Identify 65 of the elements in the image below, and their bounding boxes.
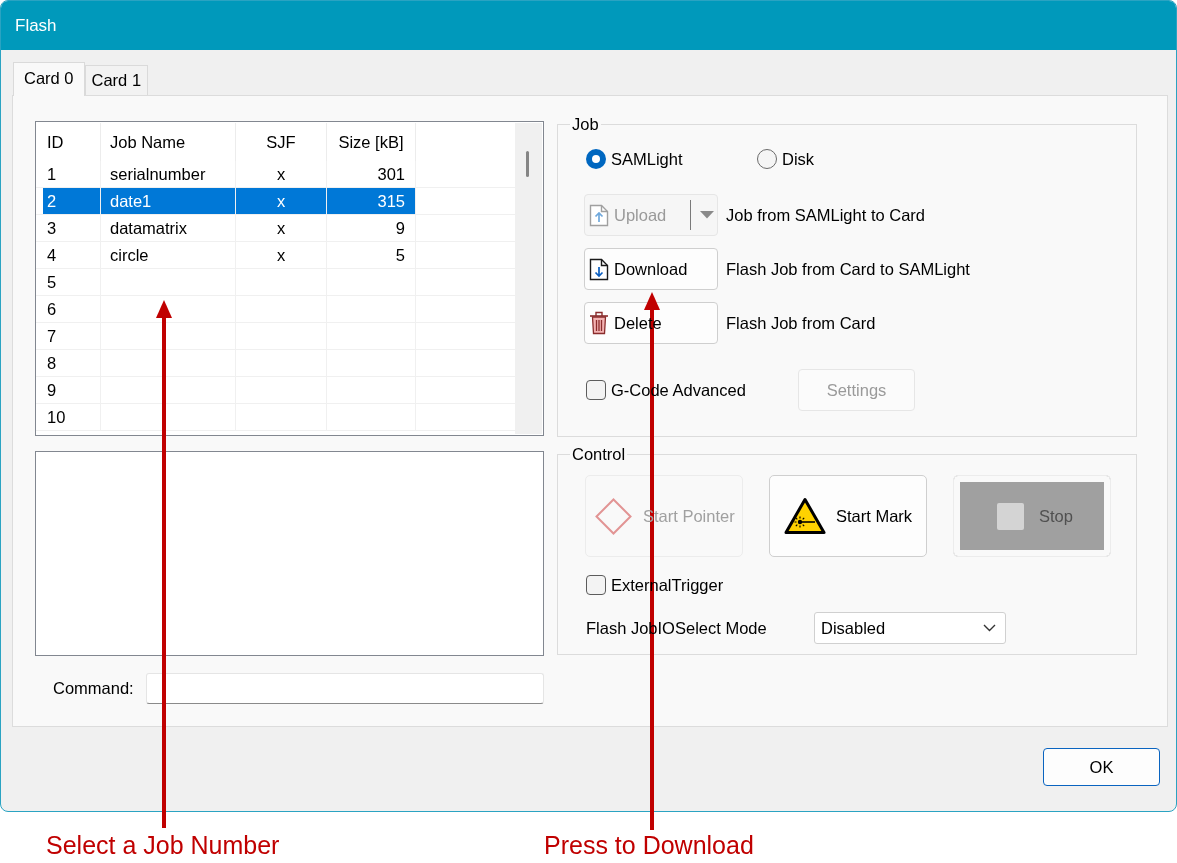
table-cell: 5 — [43, 269, 101, 295]
trash-icon — [589, 311, 609, 335]
table-cell: 2 — [43, 188, 101, 214]
table-cell: circle — [101, 242, 236, 268]
table-row[interactable]: 8 — [36, 350, 515, 377]
table-cell: 10 — [43, 404, 101, 430]
column-header[interactable]: ID — [43, 123, 101, 161]
diamond-icon — [595, 497, 632, 535]
tab[interactable]: Card 1 — [84, 65, 149, 95]
checkbox[interactable] — [586, 380, 606, 400]
scrollbar-thumb[interactable] — [526, 151, 529, 177]
table-row[interactable]: 10 — [36, 404, 515, 431]
table-cell: x — [236, 188, 327, 214]
table-cell: 1 — [43, 161, 101, 187]
table-row[interactable]: 2 date1 x 315 — [36, 188, 515, 215]
group-title: Job — [571, 114, 600, 134]
table-cell: 4 — [43, 242, 101, 268]
action-description: Job from SAMLight to Card — [726, 205, 925, 225]
laser-warning-icon — [784, 497, 826, 535]
table-cell: 3 — [43, 215, 101, 241]
scrollbar[interactable] — [515, 123, 542, 434]
table-row[interactable]: 7 — [36, 323, 515, 350]
ok-button[interactable]: OK — [1043, 748, 1160, 786]
table-cell: x — [236, 215, 327, 241]
table-cell: 9 — [43, 377, 101, 403]
radio-button[interactable] — [586, 149, 606, 169]
table-cell: 315 — [327, 188, 416, 214]
action-description: Flash Job from Card — [726, 313, 876, 333]
command-label: Command: — [52, 679, 135, 698]
table-cell: date1 — [101, 188, 236, 214]
table-row[interactable]: 3 datamatrix x 9 — [36, 215, 515, 242]
group-title: Control — [571, 444, 627, 464]
table-cell: 6 — [43, 296, 101, 322]
download-button[interactable]: Download — [584, 248, 718, 290]
column-header[interactable]: SJF — [236, 123, 327, 161]
table-cell: x — [236, 242, 327, 268]
column-header[interactable]: Size [kB] — [327, 123, 416, 161]
checkbox[interactable] — [586, 575, 606, 595]
table-row[interactable]: 5 — [36, 269, 515, 296]
table-cell: datamatrix — [101, 215, 236, 241]
tab[interactable]: Card 0 — [13, 62, 85, 96]
table-cell: x — [236, 161, 327, 187]
start-mark-button[interactable]: Start Mark — [769, 475, 927, 557]
file-down-arrow-icon — [589, 257, 609, 281]
table-cell: 301 — [327, 161, 416, 187]
table-cell: 7 — [43, 323, 101, 349]
table-cell: 9 — [327, 215, 416, 241]
annotation-text: Select a Job Number — [46, 831, 280, 860]
table-cell: serialnumber — [101, 161, 236, 187]
command-field[interactable] — [146, 673, 544, 704]
radio-button[interactable] — [757, 149, 777, 169]
radio-label[interactable]: SAMLight — [611, 149, 683, 169]
stop-icon — [997, 502, 1024, 530]
table-row[interactable]: 4 circle x 5 — [36, 242, 515, 269]
table-cell: 5 — [327, 242, 416, 268]
file-up-arrow-icon — [589, 203, 609, 227]
column-header[interactable]: Job Name — [101, 123, 236, 161]
mode-dropdown[interactable]: Disabled — [814, 612, 1006, 644]
window-title: Flash — [15, 15, 57, 36]
radio-label[interactable]: Disk — [782, 149, 815, 169]
annotation-text: Press to Download — [544, 831, 754, 860]
table-row[interactable]: 9 — [36, 377, 515, 404]
action-description: Flash Job from Card to SAMLight — [726, 259, 970, 279]
chevron-down-icon — [983, 624, 996, 632]
table-cell: 8 — [43, 350, 101, 376]
